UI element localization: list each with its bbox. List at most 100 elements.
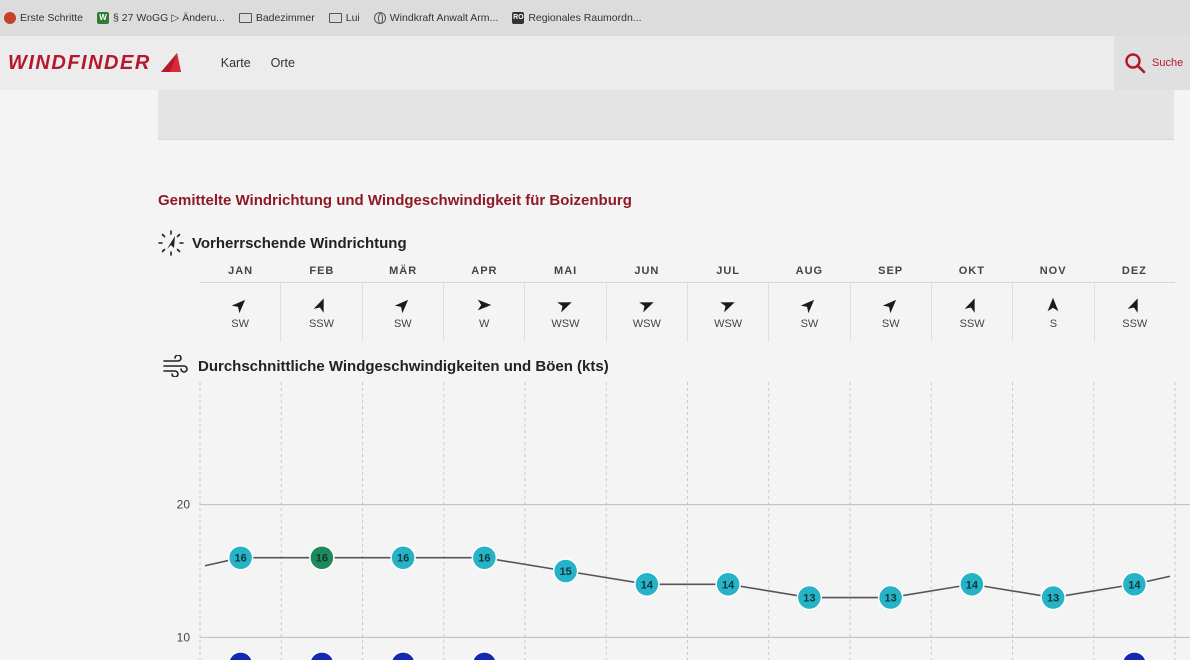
direction-cell: SW xyxy=(768,283,849,342)
month-label: DEZ xyxy=(1121,265,1147,277)
data-label: 16 xyxy=(397,553,409,565)
data-label: 14 xyxy=(722,579,735,591)
folder-icon xyxy=(238,13,252,23)
bookmark-label: Windkraft Anwalt Arm... xyxy=(389,12,499,24)
folder-icon xyxy=(328,13,342,23)
wind-gust-icon xyxy=(163,355,188,377)
month-label: NOV xyxy=(1039,265,1067,277)
direction-label: SSW xyxy=(959,317,985,330)
wind-arrow-icon xyxy=(1127,297,1138,313)
month-label: SEP xyxy=(878,265,904,277)
search-button[interactable]: Suche xyxy=(1114,36,1190,90)
direction-label: SSW xyxy=(308,317,335,330)
bookmark-item[interactable]: Windkraft Anwalt Arm... xyxy=(373,12,499,24)
direction-cell: SSW xyxy=(280,283,361,342)
month-label: FEB xyxy=(309,265,335,277)
direction-label: WSW xyxy=(714,317,743,330)
direction-label: W xyxy=(478,317,490,330)
month-label: JUN xyxy=(634,265,660,277)
data-label: 13 xyxy=(1047,593,1059,605)
data-label: 13 xyxy=(885,593,897,605)
month-label: JUL xyxy=(716,265,741,277)
direction-cell: WSW xyxy=(686,283,768,342)
data-label: 16 xyxy=(316,553,328,565)
data-label: 14 xyxy=(641,579,654,591)
globe-icon xyxy=(373,12,386,24)
nav-link-orte[interactable]: Orte xyxy=(271,56,295,70)
bookmark-item[interactable]: W § 27 WoGG ▷ Änderu... xyxy=(97,12,225,24)
bookmark-label: § 27 WoGG ▷ Änderu... xyxy=(113,12,225,24)
bookmark-item[interactable]: RO Regionales Raumordn... xyxy=(512,12,642,24)
direction-cell: SW xyxy=(200,283,280,342)
direction-label: WSW xyxy=(632,317,661,330)
wind-arrow-icon xyxy=(882,299,896,313)
ro-site-icon: RO xyxy=(512,12,525,24)
bookmark-item[interactable]: Lui xyxy=(328,12,360,24)
wind-arrow-icon xyxy=(477,299,492,310)
data-label: 15 xyxy=(560,566,572,578)
month-header-row: JAN FEB MÄR APR MAI JUN JUL AUG SEP OKT NOV DEZ xyxy=(200,260,1175,282)
month-label: AUG xyxy=(795,265,824,277)
data-label: 16 xyxy=(478,553,490,565)
direction-cell: SSW xyxy=(1093,283,1175,342)
month-label: JAN xyxy=(228,265,254,277)
speed-heading-text: Durchschnittliche Windgeschwindigkeiten … xyxy=(198,357,609,375)
wind-arrow-icon xyxy=(231,299,246,313)
y-tick-label: 20 xyxy=(177,498,191,512)
direction-label: WSW xyxy=(551,317,580,330)
wind-arrow-icon xyxy=(638,301,654,312)
direction-label: SW xyxy=(800,317,819,330)
direction-label: S xyxy=(1049,317,1058,330)
bookmark-label: Lui xyxy=(345,12,360,24)
wind-arrow-icon xyxy=(394,299,408,313)
direction-row: SW SSW SW W WSW WSW WSW SW SW SSW S SSW xyxy=(200,282,1175,342)
bookmark-label: Regionales Raumordn... xyxy=(528,12,642,24)
bookmarks-bar: Erste Schritte W § 27 WoGG ▷ Änderu... Bade… xyxy=(0,0,1190,36)
ad-placeholder xyxy=(158,90,1174,140)
direction-cell: SW xyxy=(849,283,931,342)
search-label: Suche xyxy=(1152,57,1184,69)
direction-label: SSW xyxy=(1122,317,1148,330)
bookmark-label: Badezimmer xyxy=(255,12,315,24)
direction-cell: SW xyxy=(361,283,443,342)
wind-arrow-icon xyxy=(557,301,573,312)
wind-arrow-icon xyxy=(801,299,815,313)
wind-arrow-icon xyxy=(720,301,735,312)
windfinder-logo[interactable]: WINDFINDER xyxy=(8,52,183,75)
bookmark-item[interactable]: Badezimmer xyxy=(238,12,315,24)
nav-link-karte[interactable]: Karte xyxy=(221,56,251,70)
wind-speed-chart: 1020161616161514141313141314888877777778 xyxy=(177,382,1190,660)
direction-cell: W xyxy=(442,283,524,342)
direction-cell: S xyxy=(1012,283,1093,342)
wind-arrow-icon xyxy=(314,297,325,313)
y-tick-label: 10 xyxy=(177,630,191,644)
month-label: MÄR xyxy=(389,265,418,277)
direction-label: SW xyxy=(393,317,412,330)
speed-heading: Durchschnittliche Windgeschwindigkeiten … xyxy=(162,355,609,377)
logo-text: WINDFINDER xyxy=(8,51,151,74)
month-label: APR xyxy=(471,265,498,277)
wind-arrow-icon xyxy=(1048,297,1059,311)
direction-cell: SSW xyxy=(930,283,1012,342)
firefox-icon xyxy=(4,12,16,24)
direction-label: SW xyxy=(231,317,250,330)
data-label: 13 xyxy=(803,593,815,605)
section-title: Gemittelte Windrichtung und Windgeschwin… xyxy=(158,192,632,209)
main-content: Gemittelte Windrichtung und Windgeschwin… xyxy=(0,90,1190,660)
wind-arrow-icon xyxy=(964,297,975,313)
direction-cell: WSW xyxy=(605,283,687,342)
data-label: 16 xyxy=(235,553,247,565)
direction-heading-text: Vorherrschende Windrichtung xyxy=(192,234,407,252)
w-site-icon: W xyxy=(97,12,110,24)
data-label: 14 xyxy=(1128,579,1141,591)
direction-cell: WSW xyxy=(524,283,605,342)
data-label: 14 xyxy=(966,579,979,591)
month-label: MAI xyxy=(554,265,578,277)
search-icon xyxy=(1125,53,1146,74)
bookmark-label: Erste Schritte xyxy=(20,12,84,24)
direction-heading: Vorherrschende Windrichtung xyxy=(158,230,407,256)
site-header: WINDFINDER Karte Orte Suche xyxy=(0,36,1190,90)
bookmark-item[interactable]: Erste Schritte xyxy=(4,12,83,24)
direction-label: SW xyxy=(881,317,900,330)
month-label: OKT xyxy=(958,265,985,277)
